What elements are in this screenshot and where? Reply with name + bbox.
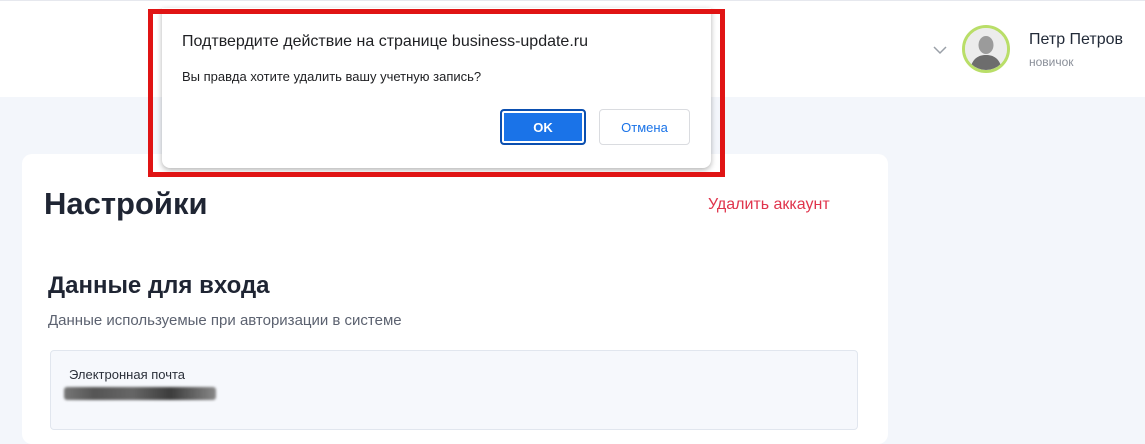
- email-field[interactable]: Электронная почта: [50, 350, 858, 430]
- page-title: Настройки: [44, 186, 208, 221]
- user-name[interactable]: Петр Петров: [1029, 31, 1123, 49]
- email-field-label: Электронная почта: [69, 367, 186, 382]
- highlight-box: [148, 9, 725, 177]
- user-menu[interactable]: Петр Петров новичок: [930, 23, 1145, 79]
- user-role: новичок: [1029, 55, 1074, 69]
- user-avatar-icon: [965, 28, 1007, 70]
- email-value-redacted: [64, 387, 216, 400]
- avatar[interactable]: [962, 25, 1010, 73]
- login-section-title: Данные для входа: [48, 272, 270, 299]
- settings-card: Настройки Удалить аккаунт Данные для вхо…: [22, 154, 888, 444]
- chevron-down-icon[interactable]: [932, 42, 948, 58]
- delete-account-link[interactable]: Удалить аккаунт: [708, 196, 830, 214]
- login-section-subtitle: Данные используемые при авторизации в си…: [48, 312, 402, 329]
